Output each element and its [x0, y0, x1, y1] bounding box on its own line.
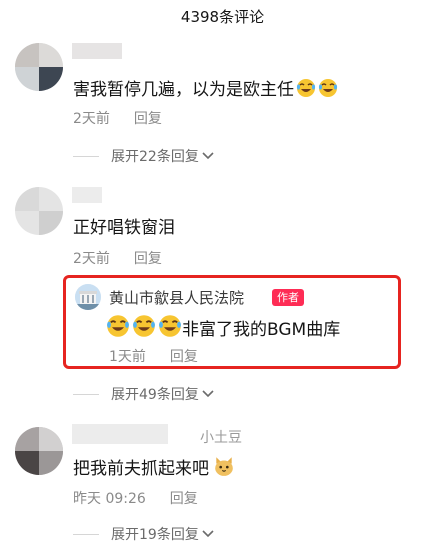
divider-line [73, 533, 99, 535]
reply-button[interactable]: 回复 [170, 349, 198, 365]
expand-replies-button[interactable]: 展开49条回复 [73, 384, 214, 404]
court-building-icon [75, 284, 101, 310]
divider-line [73, 393, 99, 395]
divider-line [73, 155, 99, 157]
expand-replies-button[interactable]: 展开22条回复 [73, 146, 214, 166]
comment-meta: 2天前 回复 [73, 248, 162, 268]
reply-button[interactable]: 回复 [170, 491, 198, 507]
comment-text: 把我前夫抓起来吧 [73, 454, 235, 479]
laughing-crying-emoji [107, 315, 129, 337]
comment-meta: 2天前 回复 [73, 108, 162, 128]
comment-time: 昨天 09:26 [73, 491, 146, 507]
author-badge: 作者 [272, 289, 304, 306]
username-partial[interactable]: 小土豆 [200, 427, 242, 447]
avatar[interactable] [15, 43, 63, 91]
username-blurred[interactable] [72, 43, 122, 59]
reply-author-name[interactable]: 黄山市歙县人民法院 [109, 287, 244, 308]
cat-emoji [215, 457, 233, 476]
laughing-crying-emoji [159, 315, 181, 337]
reply-time: 1天前 [109, 349, 146, 365]
comment-time: 2天前 [73, 251, 110, 267]
chevron-down-icon [202, 152, 214, 160]
username-blurred[interactable] [72, 187, 102, 203]
laughing-crying-emoji [318, 79, 338, 97]
comments-header: 4398条评论 [0, 0, 445, 30]
expand-replies-button[interactable]: 展开19条回复 [73, 524, 214, 544]
chevron-down-icon [202, 530, 214, 538]
comment-time: 2天前 [73, 111, 110, 127]
author-avatar[interactable] [75, 284, 101, 310]
comment-count-title: 4398条评论 [180, 8, 265, 26]
reply-meta: 1天前 回复 [109, 346, 198, 366]
comment-text: 害我暂停几遍，以为是欧主任 [73, 75, 338, 100]
laughing-crying-emoji [133, 315, 155, 337]
comment-text: 正好唱铁窗泪 [73, 218, 175, 238]
reply-text: 非富了我的BGM曲库 [106, 314, 340, 340]
reply-button[interactable]: 回复 [134, 251, 162, 267]
chevron-down-icon [202, 390, 214, 398]
avatar[interactable] [15, 187, 63, 235]
comment-meta: 昨天 09:26 回复 [73, 488, 198, 508]
reply-button[interactable]: 回复 [134, 111, 162, 127]
laughing-crying-emoji [296, 79, 316, 97]
username-blurred[interactable] [72, 424, 168, 444]
avatar[interactable] [15, 427, 63, 475]
